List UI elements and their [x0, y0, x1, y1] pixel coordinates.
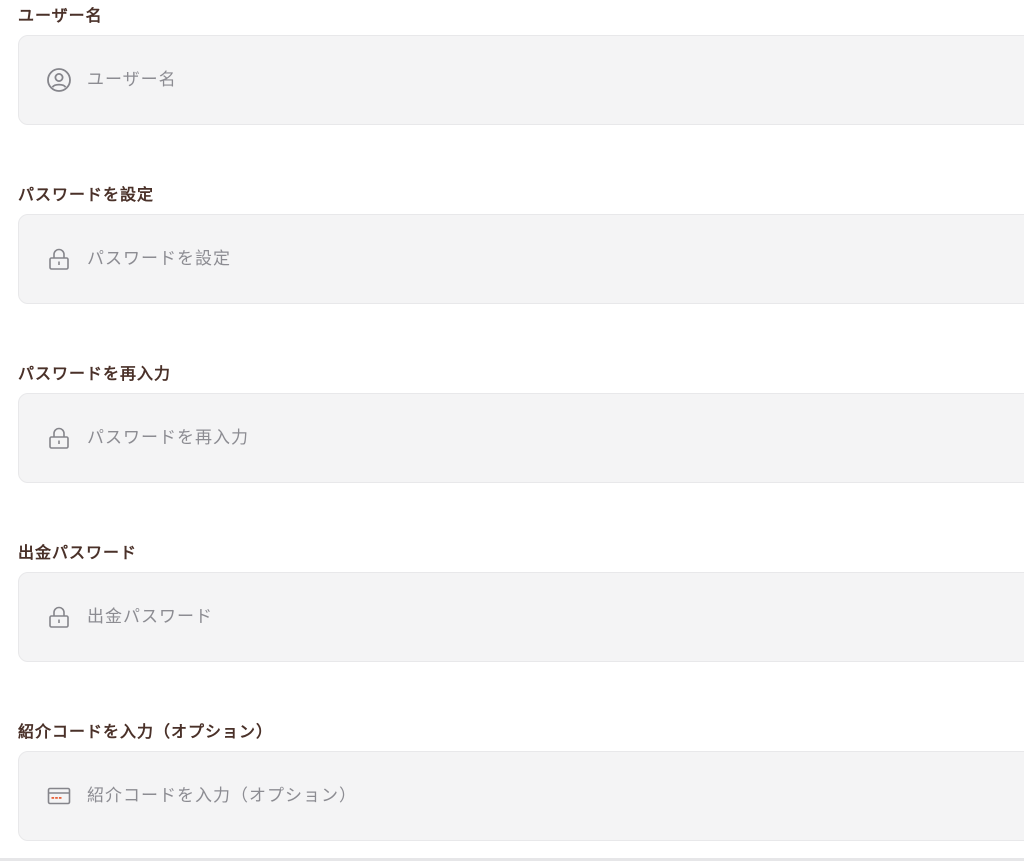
password-confirm-field-group: パスワードを再入力: [18, 363, 1024, 483]
password-confirm-field-box[interactable]: [18, 393, 1024, 483]
username-input[interactable]: [87, 60, 1024, 100]
registration-form: ユーザー名 パスワードを設定: [0, 0, 1024, 861]
user-circle-icon: [45, 66, 73, 94]
username-field-group: ユーザー名: [18, 5, 1024, 125]
password-field-box[interactable]: [18, 214, 1024, 304]
lock-icon: [45, 424, 73, 452]
referral-code-field-box[interactable]: [18, 751, 1024, 841]
lock-icon: [45, 603, 73, 631]
password-confirm-input[interactable]: [87, 418, 1024, 458]
password-label: パスワードを設定: [18, 185, 155, 204]
password-field-group: パスワードを設定: [18, 184, 1024, 304]
password-confirm-label: パスワードを再入力: [18, 364, 172, 383]
username-label: ユーザー名: [18, 6, 103, 25]
withdraw-password-field-box[interactable]: [18, 572, 1024, 662]
referral-code-label: 紹介コードを入力（オプション）: [18, 722, 274, 741]
password-input[interactable]: [87, 239, 1024, 279]
referral-code-field-group: 紹介コードを入力（オプション）: [18, 721, 1024, 841]
withdraw-password-input[interactable]: [87, 597, 1024, 637]
withdraw-password-label: 出金パスワード: [18, 543, 138, 562]
card-icon: [45, 782, 73, 810]
lock-icon: [45, 245, 73, 273]
username-field-box[interactable]: [18, 35, 1024, 125]
withdraw-password-field-group: 出金パスワード: [18, 542, 1024, 662]
referral-code-input[interactable]: [87, 776, 1024, 816]
